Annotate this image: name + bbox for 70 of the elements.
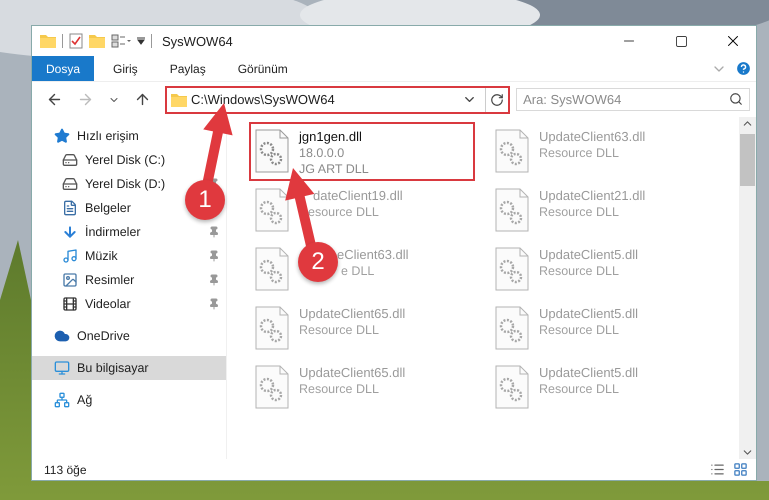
file-detail: 18.0.0.0	[299, 145, 344, 161]
nav-label[interactable]: Belgeler	[85, 201, 131, 215]
film-icon	[62, 296, 78, 312]
checklist-icon	[69, 33, 83, 49]
picture-icon	[62, 272, 78, 288]
search-icon[interactable]	[729, 92, 743, 106]
dll-file-icon	[495, 129, 529, 173]
cloud-icon	[54, 328, 70, 344]
refresh-icon[interactable]	[490, 92, 504, 106]
file-detail: Resource DLL	[299, 322, 379, 338]
dll-file-icon	[255, 247, 289, 291]
download-icon	[62, 224, 78, 240]
address-bar[interactable]: C:\Windows\SysWOW64	[165, 86, 510, 114]
scrollbar[interactable]	[739, 117, 756, 459]
file-detail: Resource DLL	[539, 263, 619, 279]
search-field[interactable]: Ara: SysWOW64	[516, 88, 750, 111]
file-detail: Resource DLL	[299, 381, 379, 397]
file-detail: Resource DLL	[539, 322, 619, 338]
window-title: SysWOW64	[162, 34, 234, 48]
network-icon	[54, 392, 70, 408]
star-icon	[54, 128, 70, 144]
folder-icon	[89, 34, 105, 48]
dll-file-icon	[495, 188, 529, 232]
nav-label[interactable]: Ağ	[77, 393, 92, 407]
help-icon[interactable]	[735, 60, 752, 77]
file-name[interactable]: jgn1gen.dll	[299, 129, 362, 145]
customize-dropdown-icon[interactable]	[137, 37, 145, 45]
scroll-thumb[interactable]	[740, 134, 755, 186]
dll-file-icon	[255, 306, 289, 350]
nav-item[interactable]: Bu bilgisayar	[32, 356, 226, 380]
maximize-icon[interactable]	[674, 34, 688, 48]
drive-icon	[62, 176, 78, 192]
folder-icon	[40, 34, 56, 48]
file-detail: Resource DLL	[539, 381, 619, 397]
item-count: 113 öğe	[44, 462, 88, 476]
ribbon-tab[interactable]: Görünüm	[226, 56, 299, 81]
back-arrow-icon[interactable]	[46, 91, 63, 108]
nav-label[interactable]: Bu bilgisayar	[77, 361, 149, 375]
address-path[interactable]: C:\Windows\SysWOW64	[191, 92, 454, 107]
drive-icon	[62, 152, 78, 168]
dll-file-icon	[255, 365, 289, 409]
dll-file-icon	[495, 306, 529, 350]
music-note-icon	[62, 248, 78, 264]
folder-icon	[171, 92, 187, 106]
dll-file-icon	[495, 365, 529, 409]
dll-file-icon	[255, 129, 289, 173]
file-detail: Resource DLL	[539, 204, 619, 220]
nav-label[interactable]: Yerel Disk (C:)	[85, 153, 166, 167]
ribbon-tab[interactable]: Dosya	[32, 56, 94, 81]
file-detail: Resource DLL	[539, 145, 619, 161]
ribbon-tab[interactable]: Paylaş	[158, 56, 217, 81]
file-detail: esource DLL	[308, 204, 379, 220]
file-item[interactable]: jgn1gen.dll 18.0.0.0 JG ART DLL	[249, 122, 475, 181]
file-detail: JG ART DLL	[299, 161, 369, 177]
large-icons-view-icon[interactable]	[733, 462, 748, 477]
dll-file-icon	[255, 188, 289, 232]
nav-label[interactable]: Videolar	[85, 297, 131, 311]
file-detail: e DLL	[341, 263, 374, 279]
nav-label[interactable]: Yerel Disk (D:)	[85, 177, 166, 191]
nav-label[interactable]: OneDrive	[77, 329, 130, 343]
nav-label[interactable]: İndirmeler	[85, 225, 141, 239]
ribbon-tab[interactable]: Giriş	[102, 56, 149, 81]
properties-icon	[111, 34, 131, 48]
nav-label[interactable]: Müzik	[85, 249, 118, 263]
document-icon	[62, 200, 78, 216]
computer-icon	[54, 360, 70, 376]
nav-label[interactable]: Resimler	[85, 273, 134, 287]
details-view-icon[interactable]	[710, 462, 725, 477]
dll-file-icon	[495, 247, 529, 291]
nav-label[interactable]: Hızlı erişim	[77, 129, 139, 143]
